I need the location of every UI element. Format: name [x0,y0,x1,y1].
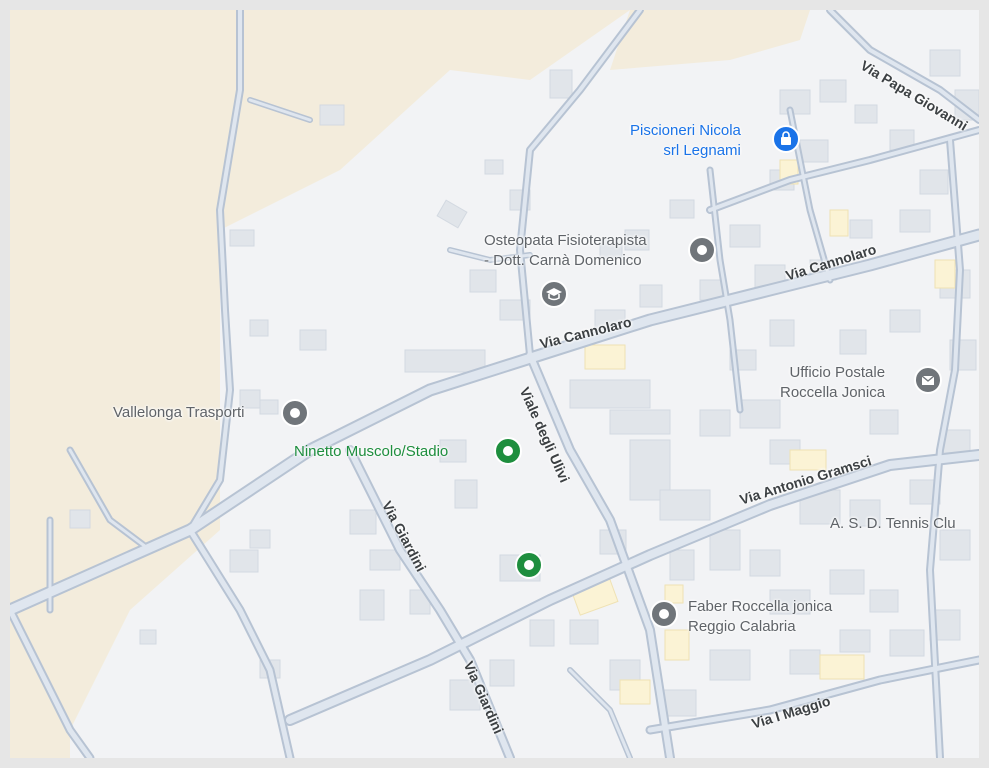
map-pin-icon[interactable] [650,600,678,628]
poi-label-vallelonga[interactable]: Vallelonga Trasporti [113,403,244,423]
terrain-area-north [610,10,810,70]
park-pin-icon[interactable] [515,551,543,579]
poi-label-tennis-club[interactable]: A. S. D. Tennis Clu [830,514,956,534]
poi-label-ufficio-postale[interactable]: Ufficio Postale Roccella Jonica [780,363,885,403]
map-pin-icon[interactable] [688,236,716,264]
mail-icon[interactable] [914,366,942,394]
map-pin-icon[interactable] [281,399,309,427]
poi-label-ninetto-muscolo-stadio[interactable]: Ninetto Muscolo/Stadio [294,442,448,462]
poi-label-piscioneri[interactable]: Piscioneri Nicola srl Legnami [630,121,741,161]
poi-label-osteopata[interactable]: Osteopata Fisioterapista - Dott. Carnà D… [484,231,647,271]
graduation-cap-icon[interactable] [540,280,568,308]
map-canvas[interactable]: Via Cannolaro Via Cannolaro Viale degli … [10,10,979,758]
poi-label-faber[interactable]: Faber Roccella jonica Reggio Calabria [688,597,832,637]
stadium-pin-icon[interactable] [494,437,522,465]
shopping-bag-icon[interactable] [772,125,800,153]
